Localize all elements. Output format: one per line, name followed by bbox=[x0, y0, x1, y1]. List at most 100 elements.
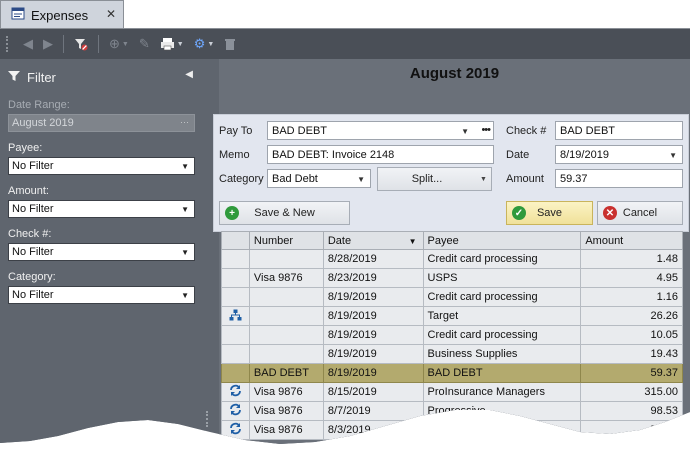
table-row[interactable]: 8/19/2019 Credit card processing 1.16 bbox=[221, 287, 683, 307]
category-select[interactable]: Bad Debt ▼ bbox=[267, 169, 371, 188]
close-icon[interactable]: ✕ bbox=[106, 7, 116, 21]
column-header-amount[interactable]: Amount bbox=[580, 231, 683, 250]
filter-title: Filter bbox=[27, 69, 56, 85]
table-row[interactable]: 8/19/2019 Target 26.26 bbox=[221, 306, 683, 326]
table-row[interactable]: 8/19/2019 Credit card processing 10.05 bbox=[221, 325, 683, 345]
check-number-value: BAD DEBT bbox=[560, 124, 616, 137]
chevron-down-icon[interactable]: ▼ bbox=[461, 127, 469, 136]
date-cell: 8/19/2019 bbox=[322, 287, 424, 307]
date-cell: 8/19/2019 bbox=[322, 363, 424, 383]
split-dropdown-button[interactable]: ▼ bbox=[476, 167, 492, 191]
memo-input[interactable]: BAD DEBT: Invoice 2148 bbox=[267, 145, 494, 164]
chevron-down-icon[interactable]: ▼ bbox=[181, 162, 189, 171]
split-button-label: Split... bbox=[411, 173, 443, 185]
date-label: Date bbox=[506, 149, 530, 161]
check-label: Check #: bbox=[8, 228, 52, 240]
date-range-field: August 2019 ··· bbox=[8, 114, 195, 132]
toolbar-grip[interactable] bbox=[6, 36, 10, 52]
plus-icon: + bbox=[225, 206, 239, 220]
row-icon-cell bbox=[221, 249, 250, 269]
add-icon[interactable]: ⊕ ▼ bbox=[109, 36, 129, 52]
date-cell: 8/7/2019 bbox=[322, 401, 424, 421]
funnel-icon bbox=[8, 70, 20, 85]
toolbar-separator bbox=[63, 35, 64, 53]
ellipsis-icon: ··· bbox=[180, 117, 189, 127]
table-row[interactable]: Visa 9876 8/7/2019 Progressive 98.53 bbox=[221, 401, 683, 421]
split-button[interactable]: Split... bbox=[377, 167, 477, 191]
edit-icon[interactable]: ✎ bbox=[139, 36, 150, 52]
ledger-icon bbox=[11, 7, 25, 24]
save-and-new-button[interactable]: + Save & New bbox=[219, 201, 350, 225]
forward-icon[interactable]: ▶ bbox=[43, 36, 53, 52]
check-number-input[interactable]: BAD DEBT bbox=[555, 121, 683, 140]
toolbar-separator bbox=[98, 35, 99, 53]
ellipsis-icon[interactable]: ••• bbox=[481, 124, 491, 136]
payee-cell: BAD DEBT bbox=[422, 363, 582, 383]
split-icon bbox=[221, 306, 250, 326]
table-row[interactable]: Visa 9876 8/3/2019 Verizon 55.75 bbox=[221, 420, 683, 440]
recurring-icon bbox=[221, 420, 250, 440]
window: Expenses ✕ ◀ ▶ ⊕ ▼ ✎ ▼ ⚙ ▼ Filter ◀ Date… bbox=[0, 0, 690, 444]
splitter-grip[interactable] bbox=[206, 411, 210, 427]
amount-input[interactable]: 59.37 bbox=[555, 169, 683, 188]
table-row[interactable]: Visa 9876 8/23/2019 USPS 4.95 bbox=[221, 268, 683, 288]
column-header-date-label: Date bbox=[327, 234, 352, 247]
date-picker[interactable]: 8/19/2019 ▼ bbox=[555, 145, 683, 164]
table-row-selected[interactable]: BAD DEBT 8/19/2019 BAD DEBT 59.37 bbox=[221, 363, 683, 383]
payee-cell: Verizon bbox=[422, 420, 582, 440]
category-filter-value: No Filter bbox=[12, 289, 54, 301]
amount-cell: 4.95 bbox=[580, 268, 683, 288]
category-filter-select[interactable]: No Filter ▼ bbox=[8, 286, 195, 304]
pay-to-select[interactable]: BAD DEBT ▼ ••• bbox=[267, 121, 494, 140]
save-and-new-label: Save & New bbox=[254, 207, 315, 219]
toolbar: ◀ ▶ ⊕ ▼ ✎ ▼ ⚙ ▼ bbox=[0, 29, 690, 59]
payee-cell: ProInsurance Managers bbox=[422, 382, 582, 402]
cancel-label: Cancel bbox=[622, 207, 658, 219]
delete-icon[interactable] bbox=[224, 37, 236, 51]
table-row[interactable]: Visa 9876 8/15/2019 ProInsurance Manager… bbox=[221, 382, 683, 402]
collapse-panel-icon[interactable]: ◀ bbox=[185, 69, 193, 80]
save-button[interactable]: ✓ Save bbox=[506, 201, 593, 225]
payee-cell: USPS bbox=[422, 268, 582, 288]
tab-expenses[interactable]: Expenses ✕ bbox=[0, 0, 124, 29]
table-row[interactable]: 8/19/2019 Business Supplies 19.43 bbox=[221, 344, 683, 364]
payee-cell: Business Supplies bbox=[422, 344, 582, 364]
sort-descending-icon: ▼ bbox=[408, 237, 417, 246]
table-row[interactable]: 8/28/2019 Credit card processing 1.48 bbox=[221, 249, 683, 269]
pay-to-value: BAD DEBT bbox=[272, 124, 328, 137]
amount-cell: 59.37 bbox=[580, 363, 683, 383]
chevron-down-icon[interactable]: ▼ bbox=[357, 175, 365, 184]
date-cell: 8/23/2019 bbox=[322, 268, 424, 288]
column-header-icon[interactable] bbox=[221, 231, 250, 250]
chevron-down-icon[interactable]: ▼ bbox=[181, 291, 189, 300]
date-cell: 8/19/2019 bbox=[322, 325, 424, 345]
check-number-label: Check # bbox=[506, 125, 547, 137]
check-filter-select[interactable]: No Filter ▼ bbox=[8, 243, 195, 261]
clear-filter-icon[interactable] bbox=[74, 37, 88, 51]
column-header-date[interactable]: Date ▼ bbox=[322, 231, 424, 250]
payee-filter-value: No Filter bbox=[12, 160, 54, 172]
payee-cell: Credit card processing bbox=[422, 287, 582, 307]
column-header-payee[interactable]: Payee bbox=[422, 231, 582, 250]
filter-header: Filter bbox=[8, 65, 197, 89]
recurring-icon bbox=[221, 382, 250, 402]
row-icon-cell bbox=[221, 344, 250, 364]
grid-header-row: Number Date ▼ Payee Amount bbox=[221, 231, 683, 250]
number-cell: Visa 9876 bbox=[248, 401, 324, 421]
row-icon-cell bbox=[221, 287, 250, 307]
settings-icon[interactable]: ⚙ ▼ bbox=[194, 36, 215, 52]
amount-filter-select[interactable]: No Filter ▼ bbox=[8, 200, 195, 218]
date-value: 8/19/2019 bbox=[560, 148, 609, 161]
chevron-down-icon[interactable]: ▼ bbox=[669, 151, 677, 160]
chevron-down-icon[interactable]: ▼ bbox=[181, 205, 189, 214]
column-header-number[interactable]: Number bbox=[248, 231, 324, 250]
back-icon[interactable]: ◀ bbox=[23, 36, 33, 52]
print-icon[interactable]: ▼ bbox=[160, 37, 184, 51]
date-cell: 8/19/2019 bbox=[322, 344, 424, 364]
number-cell bbox=[248, 325, 324, 345]
payee-filter-select[interactable]: No Filter ▼ bbox=[8, 157, 195, 175]
date-range-value: August 2019 bbox=[12, 117, 74, 129]
tab-title: Expenses bbox=[31, 7, 89, 23]
chevron-down-icon[interactable]: ▼ bbox=[181, 248, 189, 257]
cancel-button[interactable]: ✕ Cancel bbox=[597, 201, 683, 225]
